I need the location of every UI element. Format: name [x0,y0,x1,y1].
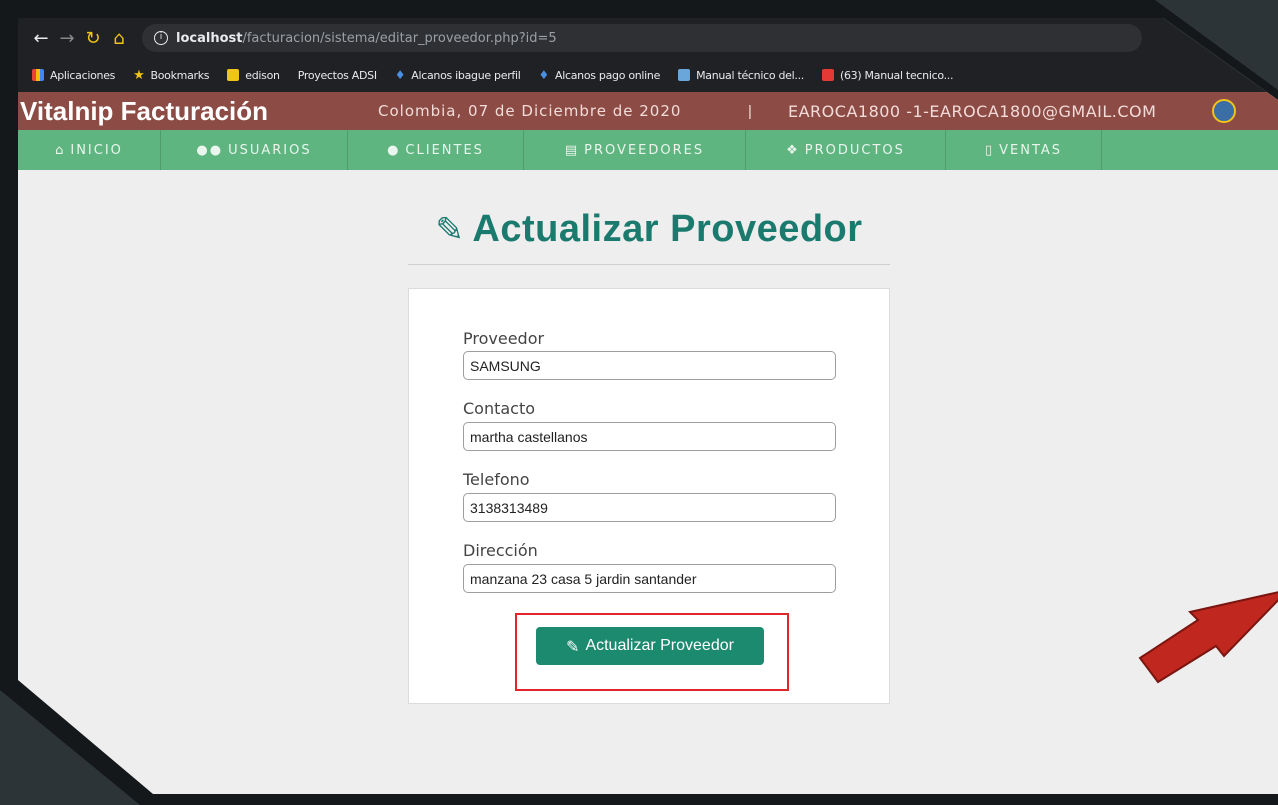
bookmark-alcanos-pago[interactable]: ♦ Alcanos pago online [539,68,661,82]
app-header: Vitalnip Facturación Colombia, 07 de Dic… [18,92,1278,130]
forward-arrow-icon[interactable]: → [54,28,80,49]
header-user: EAROCA1800 -1-EAROCA1800@GMAIL.COM [788,101,1157,121]
proveedor-label: Proveedor [463,329,545,348]
contacto-input[interactable] [463,422,836,451]
telefono-input[interactable] [463,493,836,522]
bookmark-label: Aplicaciones [50,68,116,82]
home-icon[interactable]: ⌂ [106,28,132,49]
bookmark-aplicaciones[interactable]: Aplicaciones [32,69,115,82]
menu-item-label: USUARIOS [228,142,312,158]
file-icon: ▯ [984,142,995,158]
menu-item-label: PROVEEDORES [584,142,705,158]
home-icon: ⌂ [55,142,66,158]
bookmark-proyectos-adsi[interactable]: Proyectos ADSI [298,69,377,82]
bookmark-label: Alcanos pago online [554,68,661,82]
menu-item-label: VENTAS [999,142,1063,158]
user-icon: ● [387,142,401,158]
header-separator: | [748,102,752,120]
flame-icon: ♦ [394,68,406,82]
browser-toolbar: ← → ↻ ⌂ i localhost/facturacion/sistema/… [18,18,1278,58]
menu-item-clientes[interactable]: ● CLIENTES [348,130,524,170]
bookmarks-bar: Aplicaciones ★ Bookmarks edison Proyecto… [18,58,1278,92]
direccion-input[interactable] [463,564,836,593]
telefono-label: Telefono [463,470,530,489]
bookmark-label: Alcanos ibague perfil [411,68,521,82]
provider-form: Proveedor Contacto Telefono Dirección ✎ … [408,288,890,704]
bookmark-bookmarks[interactable]: ★ Bookmarks [133,68,209,83]
main-menu: ⌂ INICIO ●● USUARIOS ● CLIENTES ▤ PROVEE… [18,130,1278,170]
direccion-label: Dirección [463,541,538,560]
star-icon: ★ [133,67,145,83]
users-icon: ●● [196,142,224,158]
menu-item-ventas[interactable]: ▯ VENTAS [946,130,1102,170]
address-bar[interactable]: i localhost/facturacion/sistema/editar_p… [142,24,1142,52]
bookmark-label: Proyectos ADSI [297,68,377,82]
menu-item-productos[interactable]: ❖ PRODUCTOS [746,130,946,170]
annotation-arrow-icon [1138,588,1278,684]
youtube-icon [821,69,834,81]
menu-item-usuarios[interactable]: ●● USUARIOS [161,130,348,170]
page-title: ✎ Actualizar Proveedor [408,208,890,251]
browser-window: ← → ↻ ⌂ i localhost/facturacion/sistema/… [18,18,1278,794]
menu-item-label: PRODUCTOS [804,142,905,158]
info-icon[interactable]: i [154,31,168,45]
back-arrow-icon[interactable]: ← [28,28,54,49]
menu-item-inicio[interactable]: ⌂ INICIO [18,130,161,170]
apps-grid-icon [32,69,44,81]
folder-icon [227,69,240,81]
bookmark-label: (63) Manual tecnico... [839,68,954,82]
title-divider [408,264,890,265]
flame-icon: ♦ [538,68,550,82]
menu-item-proveedores[interactable]: ▤ PROVEEDORES [524,130,746,170]
bookmark-manual-tecnico[interactable]: Manual técnico del... [678,69,804,82]
bookmark-label: Bookmarks [150,68,210,82]
contacto-label: Contacto [463,399,536,418]
header-date: Colombia, 07 de Diciembre de 2020 [378,102,682,120]
bookmark-edison[interactable]: edison [227,68,280,82]
button-label: Actualizar Proveedor [585,637,734,654]
edit-icon: ✎ [435,210,465,250]
actualizar-proveedor-button[interactable]: ✎ Actualizar Proveedor [536,627,764,665]
bookmark-youtube-manual[interactable]: (63) Manual tecnico... [821,68,954,82]
brand-title[interactable]: Vitalnip Facturación [18,96,378,127]
cubes-icon: ❖ [786,142,800,158]
proveedor-input[interactable] [463,351,836,380]
url-path: /facturacion/sistema/editar_proveedor.ph… [242,30,557,46]
menu-item-label: CLIENTES [405,142,484,158]
reload-icon[interactable]: ↻ [80,28,106,49]
bookmark-label: Manual técnico del... [696,68,804,82]
page-title-text: Actualizar Proveedor [472,208,863,250]
edit-icon: ✎ [566,636,580,656]
bookmark-alcanos-perfil[interactable]: ♦ Alcanos ibague perfil [395,68,521,82]
building-icon: ▤ [564,142,580,158]
document-icon [678,69,691,81]
url-host: localhost [176,30,243,46]
avatar[interactable] [1212,99,1236,123]
bookmark-label: edison [245,68,280,82]
menu-item-label: INICIO [70,142,123,158]
